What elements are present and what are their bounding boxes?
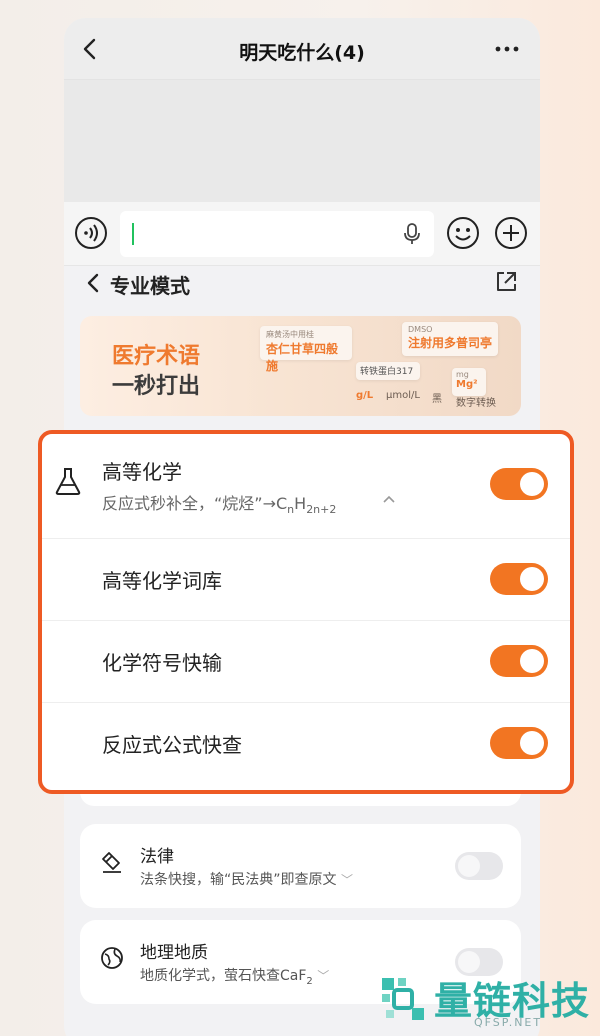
chevron-down-icon[interactable]: ﹀ [317,969,329,983]
share-icon[interactable] [494,270,518,294]
law-toggle[interactable] [455,852,503,880]
input-bar [64,202,540,266]
flask-icon [55,468,81,495]
chemistry-desc: 反应式秒补全，“烷烃”→CnH2n+2 [102,494,337,517]
banner-chip: 转铁蛋白317 [356,362,420,380]
chemistry-header: 高等化学 反应式秒补全，“烷烃”→CnH2n+2 [42,434,570,538]
geo-title: 地理地质 [140,943,208,963]
banner-chip: mg Mg² [452,368,486,396]
chat-messages-area [64,80,540,202]
banner-chip: 麻黄汤中用桂 杏仁甘草四般施 [260,326,352,373]
globe-icon [101,947,123,969]
chemistry-title: 高等化学 [102,460,182,484]
chemistry-settings-panel: 高等化学 反应式秒补全，“烷烃”→CnH2n+2 高等化学词库 化学符号快输 反… [38,430,574,794]
watermark-logo-icon [382,978,424,1020]
banner-unit: 黑 [432,394,442,405]
reaction-formula-row: 反应式公式快查 [42,702,570,784]
chevron-down-icon[interactable]: ﹀ [341,873,353,887]
law-card: 法律 法条快搜，输“民法典”即查原文 ﹀ [80,824,521,908]
banner-title-line1: 医疗术语 [112,344,201,369]
geo-desc: 地质化学式，萤石快查CaF2 ﹀ [140,968,330,987]
mic-icon[interactable] [402,222,422,246]
mode-title: 专业模式 [110,274,190,298]
eraser-icon [102,852,121,873]
chemistry-lexicon-toggle[interactable] [490,563,548,595]
more-icon[interactable] [494,38,520,60]
watermark: 量链科技 QFSP.NET [378,970,600,1036]
chemistry-symbols-toggle[interactable] [490,645,548,677]
chemistry-symbols-row: 化学符号快输 [42,620,570,702]
law-title: 法律 [140,847,174,867]
law-desc: 法条快搜，输“民法典”即查原文 ﹀ [140,872,353,888]
chemistry-symbols-label: 化学符号快输 [102,651,222,675]
reaction-formula-toggle[interactable] [490,727,548,759]
message-input[interactable] [120,211,434,257]
mode-header: 专业模式 [64,266,540,322]
banner-unit: g/L [356,390,374,401]
banner-unit: 数字转换 [456,398,496,409]
chevron-up-icon[interactable] [382,494,396,504]
mode-back-icon[interactable] [84,272,102,294]
banner-title-line2: 一秒打出 [112,374,201,399]
plus-icon[interactable] [494,216,528,250]
text-caret [132,223,134,245]
chat-title: 明天吃什么(4) [239,42,365,64]
medical-terms-banner[interactable]: 医疗术语 一秒打出 麻黄汤中用桂 杏仁甘草四般施 DMSO 注射用多普司亭 转铁蛋白… [80,316,521,416]
chemistry-lexicon-row: 高等化学词库 [42,538,570,620]
watermark-url: QFSP.NET [474,1016,543,1029]
chemistry-toggle[interactable] [490,468,548,500]
banner-chip: DMSO 注射用多普司亭 [402,322,498,356]
chemistry-lexicon-label: 高等化学词库 [102,569,222,593]
chat-header: 明天吃什么(4) [64,18,540,80]
voice-icon[interactable] [74,216,108,250]
banner-unit: μmol/L [386,390,420,401]
reaction-formula-label: 反应式公式快查 [102,733,242,757]
emoji-icon[interactable] [446,216,480,250]
